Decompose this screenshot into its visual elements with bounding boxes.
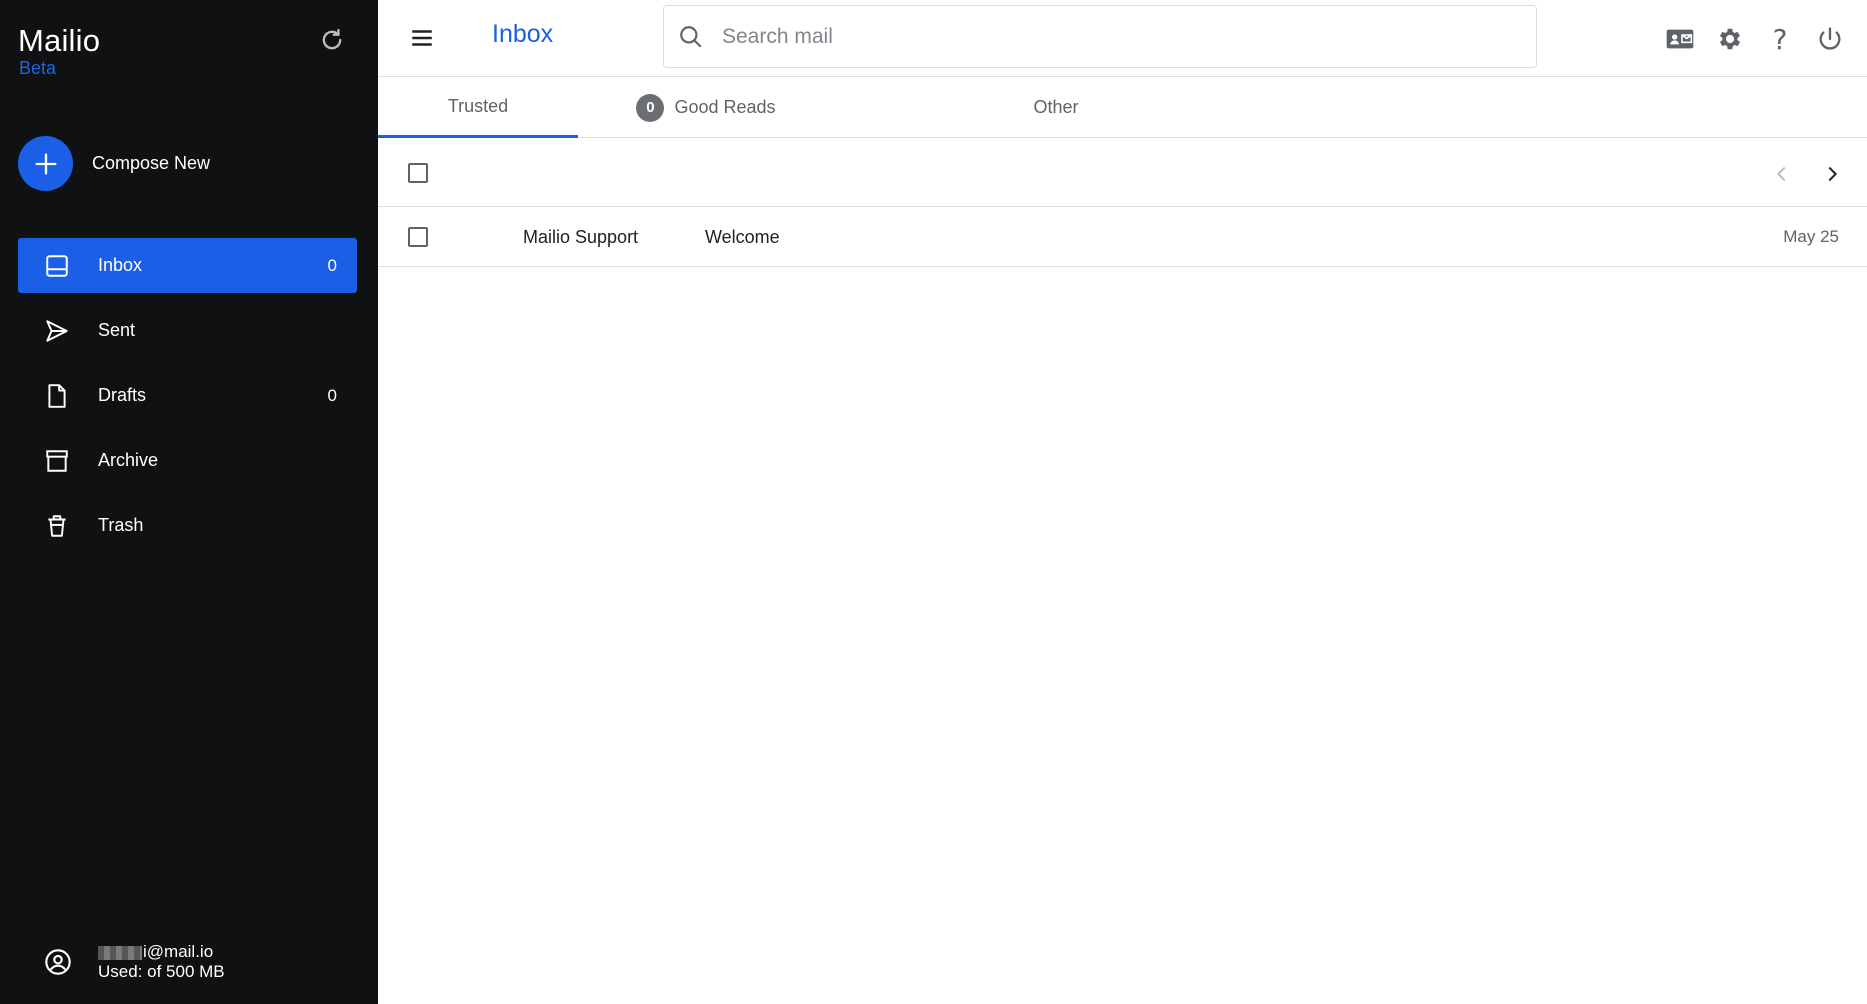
top-bar: Inbox ? [378, 0, 1867, 77]
settings-button[interactable] [1711, 20, 1749, 58]
tab-good-reads[interactable]: 0 Good Reads [606, 77, 806, 138]
sidebar-item-trash[interactable]: Trash [18, 498, 357, 553]
tab-label: Trusted [447, 95, 509, 116]
search-input[interactable] [722, 24, 1502, 49]
brand: Mailio Beta [18, 23, 101, 79]
row-checkbox[interactable] [408, 227, 428, 247]
mail-subject: Welcome [705, 227, 780, 247]
next-page-button[interactable] [1817, 159, 1847, 189]
tab-label: Other [1033, 97, 1079, 117]
table-row[interactable]: Mailio Support Welcome May 25 [378, 208, 1867, 267]
list-toolbar [378, 139, 1867, 207]
refresh-button[interactable] [316, 24, 348, 56]
inbox-tabs: Trusted 0 Good Reads Other [378, 77, 1867, 138]
select-all-checkbox[interactable] [408, 163, 428, 183]
help-icon: ? [1772, 22, 1788, 56]
redacted-username [98, 945, 142, 960]
previous-page-button[interactable] [1767, 159, 1797, 189]
brand-beta-tag: Beta [19, 58, 57, 78]
compose-button[interactable]: Compose New [18, 136, 210, 191]
compose-label: Compose New [92, 153, 211, 173]
sidebar-item-label: Trash [98, 515, 144, 535]
sidebar-item-label: Sent [98, 320, 136, 340]
account-usage: Used: of 500 MB [98, 962, 225, 981]
account-info[interactable]: i@mail.io Used: of 500 MB [44, 942, 225, 982]
search-icon [680, 25, 702, 48]
account-email-line: i@mail.io [98, 942, 225, 962]
tab-label: Good Reads [674, 97, 776, 117]
chevron-left-icon [1776, 166, 1786, 182]
logout-button[interactable] [1811, 20, 1849, 58]
archive-icon [44, 448, 70, 474]
contacts-button[interactable] [1661, 20, 1699, 58]
sidebar-item-count: 0 [327, 385, 337, 405]
main-panel: Inbox ? Trusted 0 Good Reads [378, 0, 1867, 1004]
sidebar: Mailio Beta Compose New Inbox 0 Sent Dra… [0, 0, 378, 1004]
page-title: Inbox [492, 20, 554, 48]
sidebar-item-count: 0 [327, 255, 337, 275]
tab-trusted[interactable]: Trusted [378, 77, 578, 138]
tab-badge: 0 [636, 93, 665, 122]
power-icon [1819, 27, 1841, 50]
sidebar-item-drafts[interactable]: Drafts 0 [18, 368, 357, 423]
pagination [1747, 159, 1847, 189]
account-text: i@mail.io Used: of 500 MB [98, 942, 225, 982]
draft-icon [44, 383, 70, 409]
inbox-icon [44, 253, 70, 279]
menu-button[interactable] [406, 22, 438, 54]
sidebar-nav: Inbox 0 Sent Drafts 0 Archive Trash [18, 238, 357, 563]
chevron-right-icon [1828, 166, 1838, 182]
top-actions: ? [1649, 20, 1849, 58]
search-box[interactable] [663, 5, 1537, 68]
gear-icon [1719, 28, 1741, 50]
brand-name: Mailio [18, 23, 101, 58]
mail-date: May 25 [1783, 227, 1839, 246]
sidebar-item-inbox[interactable]: Inbox 0 [18, 238, 357, 293]
plus-icon [35, 153, 56, 174]
trash-icon [44, 513, 70, 539]
help-button[interactable]: ? [1761, 20, 1799, 58]
sidebar-item-label: Archive [98, 450, 159, 470]
tab-other[interactable]: Other [956, 77, 1156, 138]
contact-card-icon [1666, 29, 1694, 49]
sidebar-item-label: Drafts [98, 385, 147, 405]
account-circle-icon [45, 949, 71, 975]
hamburger-menu-icon [412, 30, 432, 46]
sidebar-item-label: Inbox [98, 255, 143, 275]
refresh-icon [322, 28, 342, 50]
sidebar-item-archive[interactable]: Archive [18, 433, 357, 488]
sidebar-item-sent[interactable]: Sent [18, 303, 357, 358]
send-icon [44, 318, 70, 344]
account-email: i@mail.io [143, 942, 214, 961]
mail-sender: Mailio Support [523, 227, 639, 247]
compose-circle [18, 136, 73, 191]
